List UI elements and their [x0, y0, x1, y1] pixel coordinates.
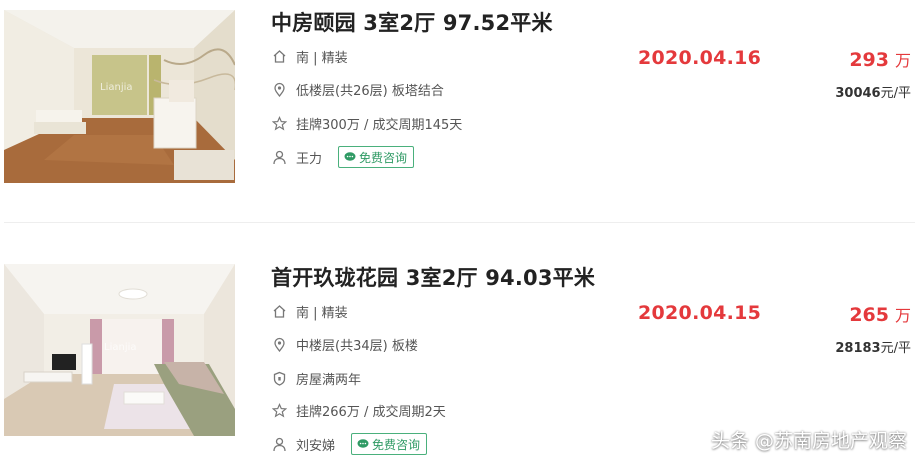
unit-price-value: 28183: [835, 341, 881, 356]
floor-row: 中楼层(共34层) 板楼: [271, 334, 418, 354]
shield-icon: [271, 370, 287, 386]
agent-row: 刘安娣 免费咨询: [271, 433, 428, 455]
chat-bubble-icon: [357, 439, 369, 448]
agent-name[interactable]: 王力: [296, 148, 322, 167]
consult-button[interactable]: 免费咨询: [338, 146, 415, 168]
deal-text: 挂牌266万 / 成交周期2天: [296, 404, 446, 420]
deal-date: 2020.04.16: [638, 47, 762, 69]
price-value: 293: [849, 49, 889, 71]
listing-card[interactable]: Lianjia 中房颐园 3室2厅 97.52平米 南 | 精装 低楼层(共26…: [0, 0, 919, 222]
consult-button[interactable]: 免费咨询: [351, 433, 428, 455]
location-pin-icon: [271, 336, 287, 352]
orientation-text: 南 | 精装: [296, 50, 348, 66]
deal-text: 挂牌300万 / 成交周期145天: [296, 117, 463, 133]
star-icon: [271, 115, 287, 131]
house-icon: [271, 303, 287, 319]
agent-name[interactable]: 刘安娣: [296, 435, 335, 454]
listing-title[interactable]: 中房颐园 3室2厅 97.52平米: [271, 7, 553, 37]
user-icon: [271, 149, 287, 165]
orientation-row: 南 | 精装: [271, 46, 348, 66]
deal-row: 挂牌266万 / 成交周期2天: [271, 400, 446, 420]
unit-price-unit: 元/平: [880, 341, 911, 356]
unit-price: 28183元/平: [835, 337, 911, 356]
orientation-row: 南 | 精装: [271, 301, 348, 321]
floor-text: 中楼层(共34层) 板楼: [296, 338, 418, 354]
chat-bubble-icon: [344, 152, 356, 161]
listing-title[interactable]: 首开玖珑花园 3室2厅 94.03平米: [271, 262, 595, 292]
price-unit: 万: [894, 306, 911, 325]
deal-date: 2020.04.15: [638, 302, 762, 324]
svg-text:Lianjia: Lianjia: [100, 82, 133, 93]
user-icon: [271, 436, 287, 452]
price-unit: 万: [894, 51, 911, 70]
tag-row: 房屋满两年: [271, 368, 361, 388]
svg-text:Lianjia: Lianjia: [104, 342, 137, 353]
deal-row: 挂牌300万 / 成交周期145天: [271, 113, 462, 133]
agent-row: 王力 免费咨询: [271, 146, 415, 168]
location-pin-icon: [271, 81, 287, 97]
watermark-text: 头条 @苏南房地产观察: [710, 430, 907, 452]
unit-price-value: 30046: [835, 86, 881, 101]
consult-label: 免费咨询: [372, 437, 421, 452]
floor-row: 低楼层(共26层) 板塔结合: [271, 79, 444, 99]
listing-photo[interactable]: Lianjia: [4, 264, 235, 436]
listing-photo[interactable]: Lianjia: [4, 10, 235, 183]
tag-text: 房屋满两年: [296, 372, 362, 388]
floor-text: 低楼层(共26层) 板塔结合: [296, 83, 444, 99]
unit-price: 30046元/平: [835, 82, 911, 101]
total-price: 293 万: [849, 47, 911, 71]
star-icon: [271, 402, 287, 418]
unit-price-unit: 元/平: [880, 86, 911, 101]
price-value: 265: [849, 304, 889, 326]
house-icon: [271, 48, 287, 64]
consult-label: 免费咨询: [359, 150, 408, 165]
orientation-text: 南 | 精装: [296, 305, 348, 321]
total-price: 265 万: [849, 302, 911, 326]
